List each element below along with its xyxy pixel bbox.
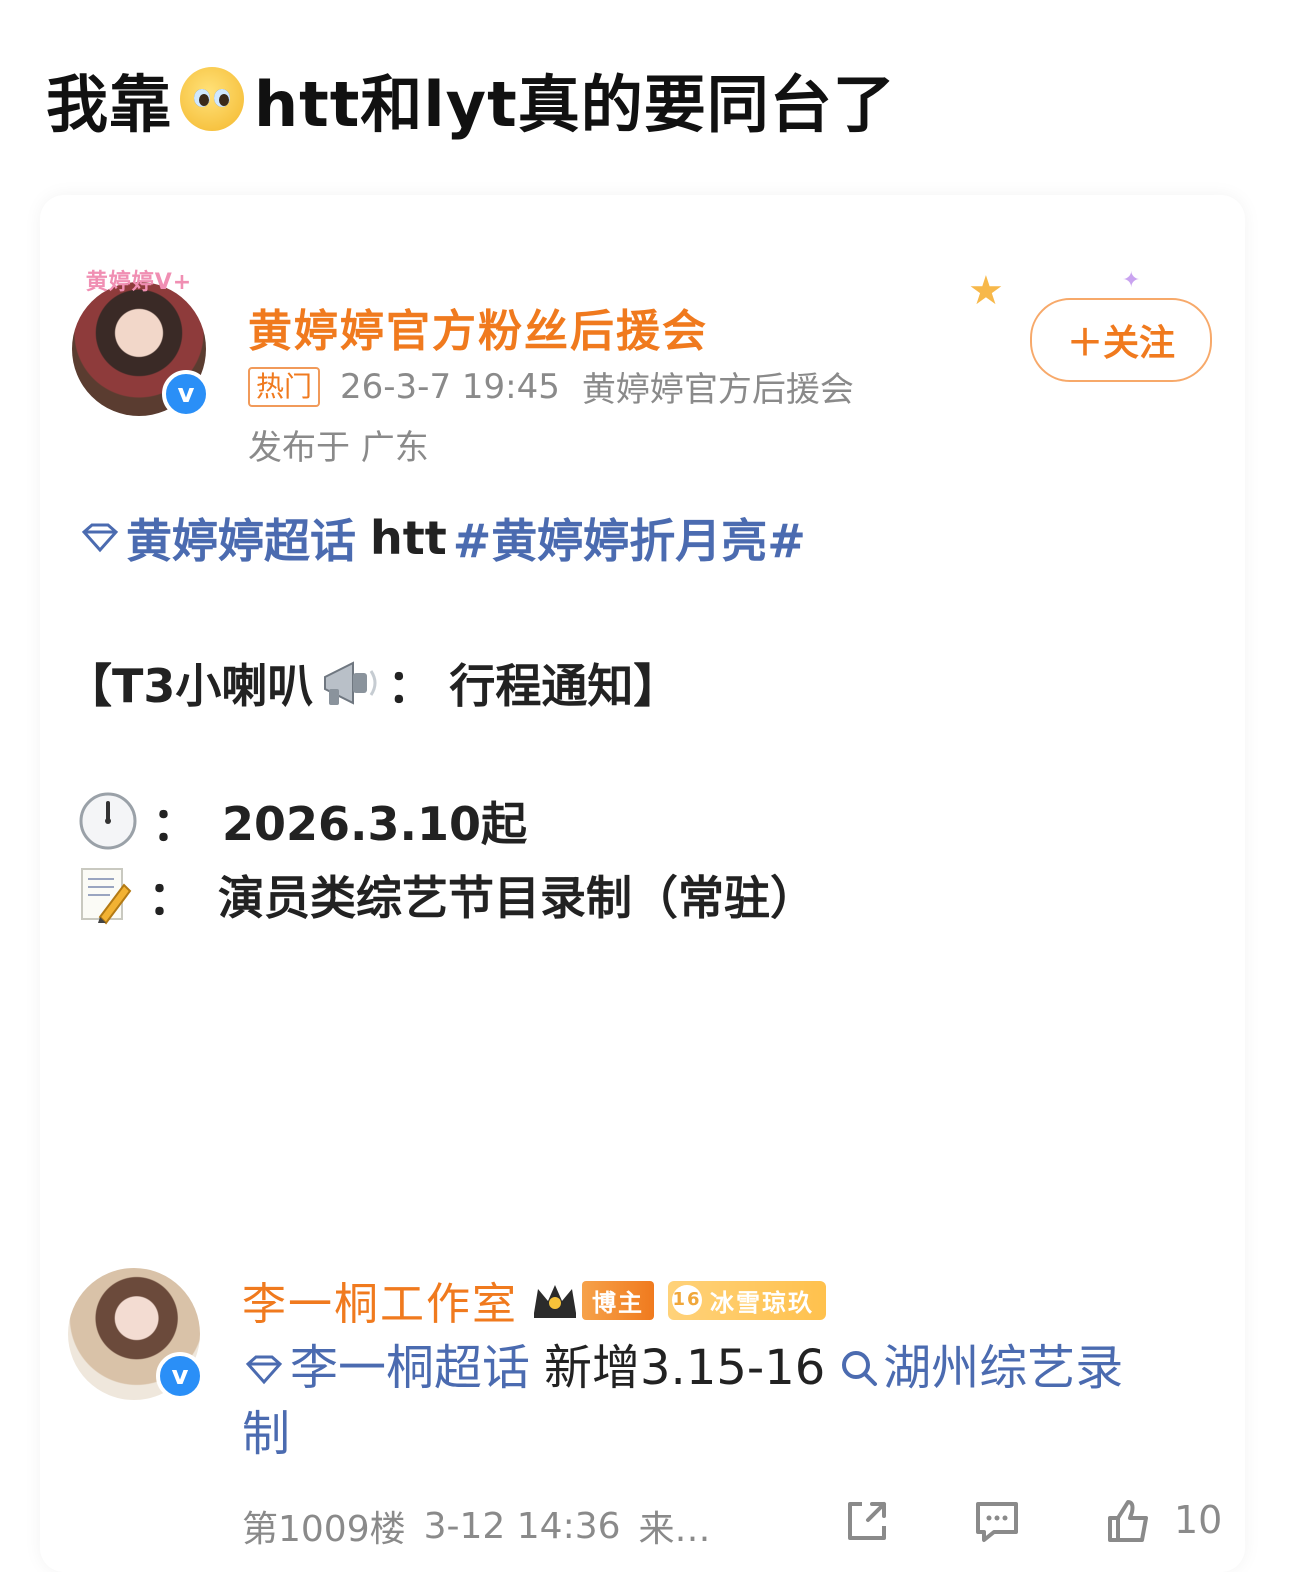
comment-source: 来… (638, 1509, 711, 1550)
pleading-face-icon (180, 67, 245, 131)
search-link-part2[interactable]: 制 (242, 1406, 290, 1462)
fan-level-number: 16 (672, 1285, 702, 1315)
comment-icon[interactable] (972, 1496, 1022, 1546)
schedule-content-row: ： 演员类综艺节目录制（常驻） (78, 862, 816, 928)
supertopic-link[interactable]: 黄婷婷超话 (126, 505, 356, 571)
post-author-name[interactable]: 黄婷婷官方粉丝后援会 (248, 295, 708, 359)
supertopic-diamond-icon (81, 523, 119, 553)
star-decoration-icon: ★ (968, 268, 1004, 314)
schedule-date-row: ： 2026.3.10起 (78, 788, 527, 854)
schedule-content: 演员类综艺节目录制（常驻） (218, 871, 816, 925)
content-colon: ： (148, 871, 194, 925)
comment-text: 李一桐超话 新增3.15-16 湖州综艺录制 (242, 1335, 1192, 1467)
post-meta: 热门 26-3-7 19:45 黄婷婷官方后援会 (248, 362, 854, 411)
schedule-date: 2026.3.10起 (222, 797, 527, 851)
post-timestamp: 26-3-7 19:45 (340, 366, 560, 407)
topic-plain-text: htt (370, 511, 447, 565)
crown-icon (534, 1285, 576, 1318)
fan-level-name: 冰雪琼玖 (710, 1288, 814, 1317)
sparkle-icon: ✦ (1122, 268, 1141, 293)
comment-supertopic-link[interactable]: 李一桐超话 (290, 1340, 530, 1396)
megaphone-icon (324, 661, 377, 705)
avatar-frame-label: 黄婷婷V+ (85, 270, 193, 295)
comment-supertopic-diamond-icon (245, 1355, 283, 1385)
post-source: 黄婷婷官方后援会 (581, 370, 854, 410)
post-author-avatar[interactable]: 黄婷婷V+ v (72, 270, 210, 418)
notice-title-open: 【T3小喇叭 (66, 659, 314, 713)
search-icon (842, 1351, 878, 1386)
comment-verified-badge-icon: v (156, 1352, 204, 1400)
comment-author-name[interactable]: 李一桐工作室 (242, 1268, 518, 1332)
notice-title-close: ： 行程通知】 (387, 659, 680, 713)
verified-badge-icon: v (162, 370, 210, 418)
blogger-badge: 博主 (582, 1280, 654, 1320)
comment-footer: 第1009楼 3-12 14:36 来… (242, 1500, 729, 1552)
comment-floor: 第1009楼 (242, 1509, 406, 1550)
hot-tag: 热门 (248, 366, 321, 407)
notice-title: 【T3小喇叭 ： 行程通知】 (66, 650, 679, 716)
fan-level-badge: 16 冰雪琼玖 (668, 1280, 826, 1320)
like-icon[interactable] (1104, 1496, 1154, 1546)
comment-author-row: 李一桐工作室 博主 16 冰雪琼玖 (242, 1268, 826, 1332)
hashtag-link[interactable]: #黄婷婷折月亮# (453, 505, 806, 571)
post-location: 发布于 广东 (248, 428, 429, 468)
search-link-part1[interactable]: 湖州综艺录 (883, 1340, 1123, 1396)
memo-icon (81, 868, 132, 925)
headline-suffix: htt和lyt真的要同台了 (254, 68, 896, 141)
post-headline: 我靠 htt和lyt真的要同台了 (46, 54, 896, 144)
headline-prefix: 我靠 (46, 68, 173, 141)
follow-button[interactable]: ＋关注 (1030, 298, 1212, 382)
date-colon: ： (152, 797, 198, 851)
comment-plain-text: 新增3.15-16 (544, 1340, 826, 1396)
clock-icon (79, 792, 137, 850)
post-topic-line: 黄婷婷超话 htt #黄婷婷折月亮# (78, 505, 806, 571)
like-count: 10 (1174, 1498, 1223, 1542)
share-icon[interactable] (842, 1496, 892, 1546)
comment-time: 3-12 14:36 (423, 1505, 621, 1547)
